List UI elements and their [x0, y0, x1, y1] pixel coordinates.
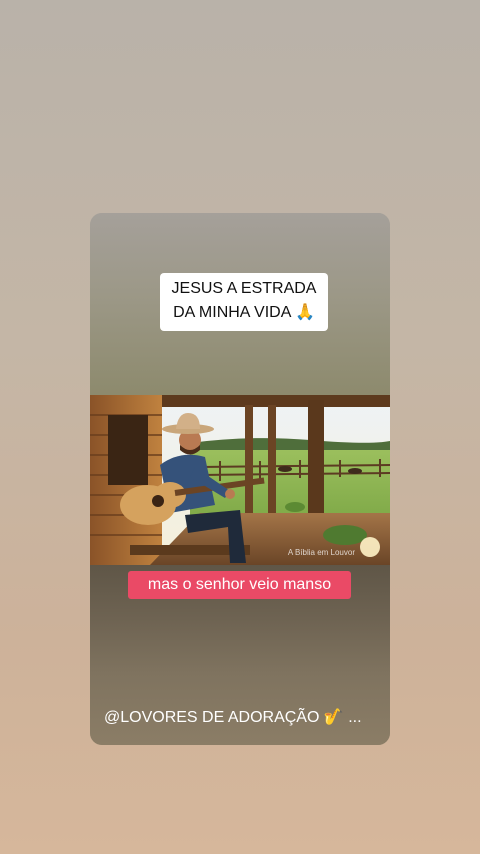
subtitle-caption: mas o senhor veio manso: [128, 571, 351, 599]
title-line-1: JESUS A ESTRADA: [171, 280, 317, 297]
title-line-2: DA MINHA VIDA 🙏: [173, 304, 315, 321]
cowboy-guitar-porch-illustration: [90, 395, 390, 565]
screen: { "video": { "title_line1": "JESUS A EST…: [0, 0, 480, 854]
video-frame-image[interactable]: A Bíblia em Louvor: [90, 395, 390, 565]
channel-name[interactable]: @LOVORES DE ADORAÇÃO 🎷 ...: [104, 707, 362, 729]
video-card[interactable]: JESUS A ESTRADA DA MINHA VIDA 🙏 A Bíblia…: [90, 213, 390, 745]
video-title: JESUS A ESTRADA DA MINHA VIDA 🙏: [160, 273, 328, 331]
watermark-text: A Bíblia em Louvor: [287, 548, 355, 557]
